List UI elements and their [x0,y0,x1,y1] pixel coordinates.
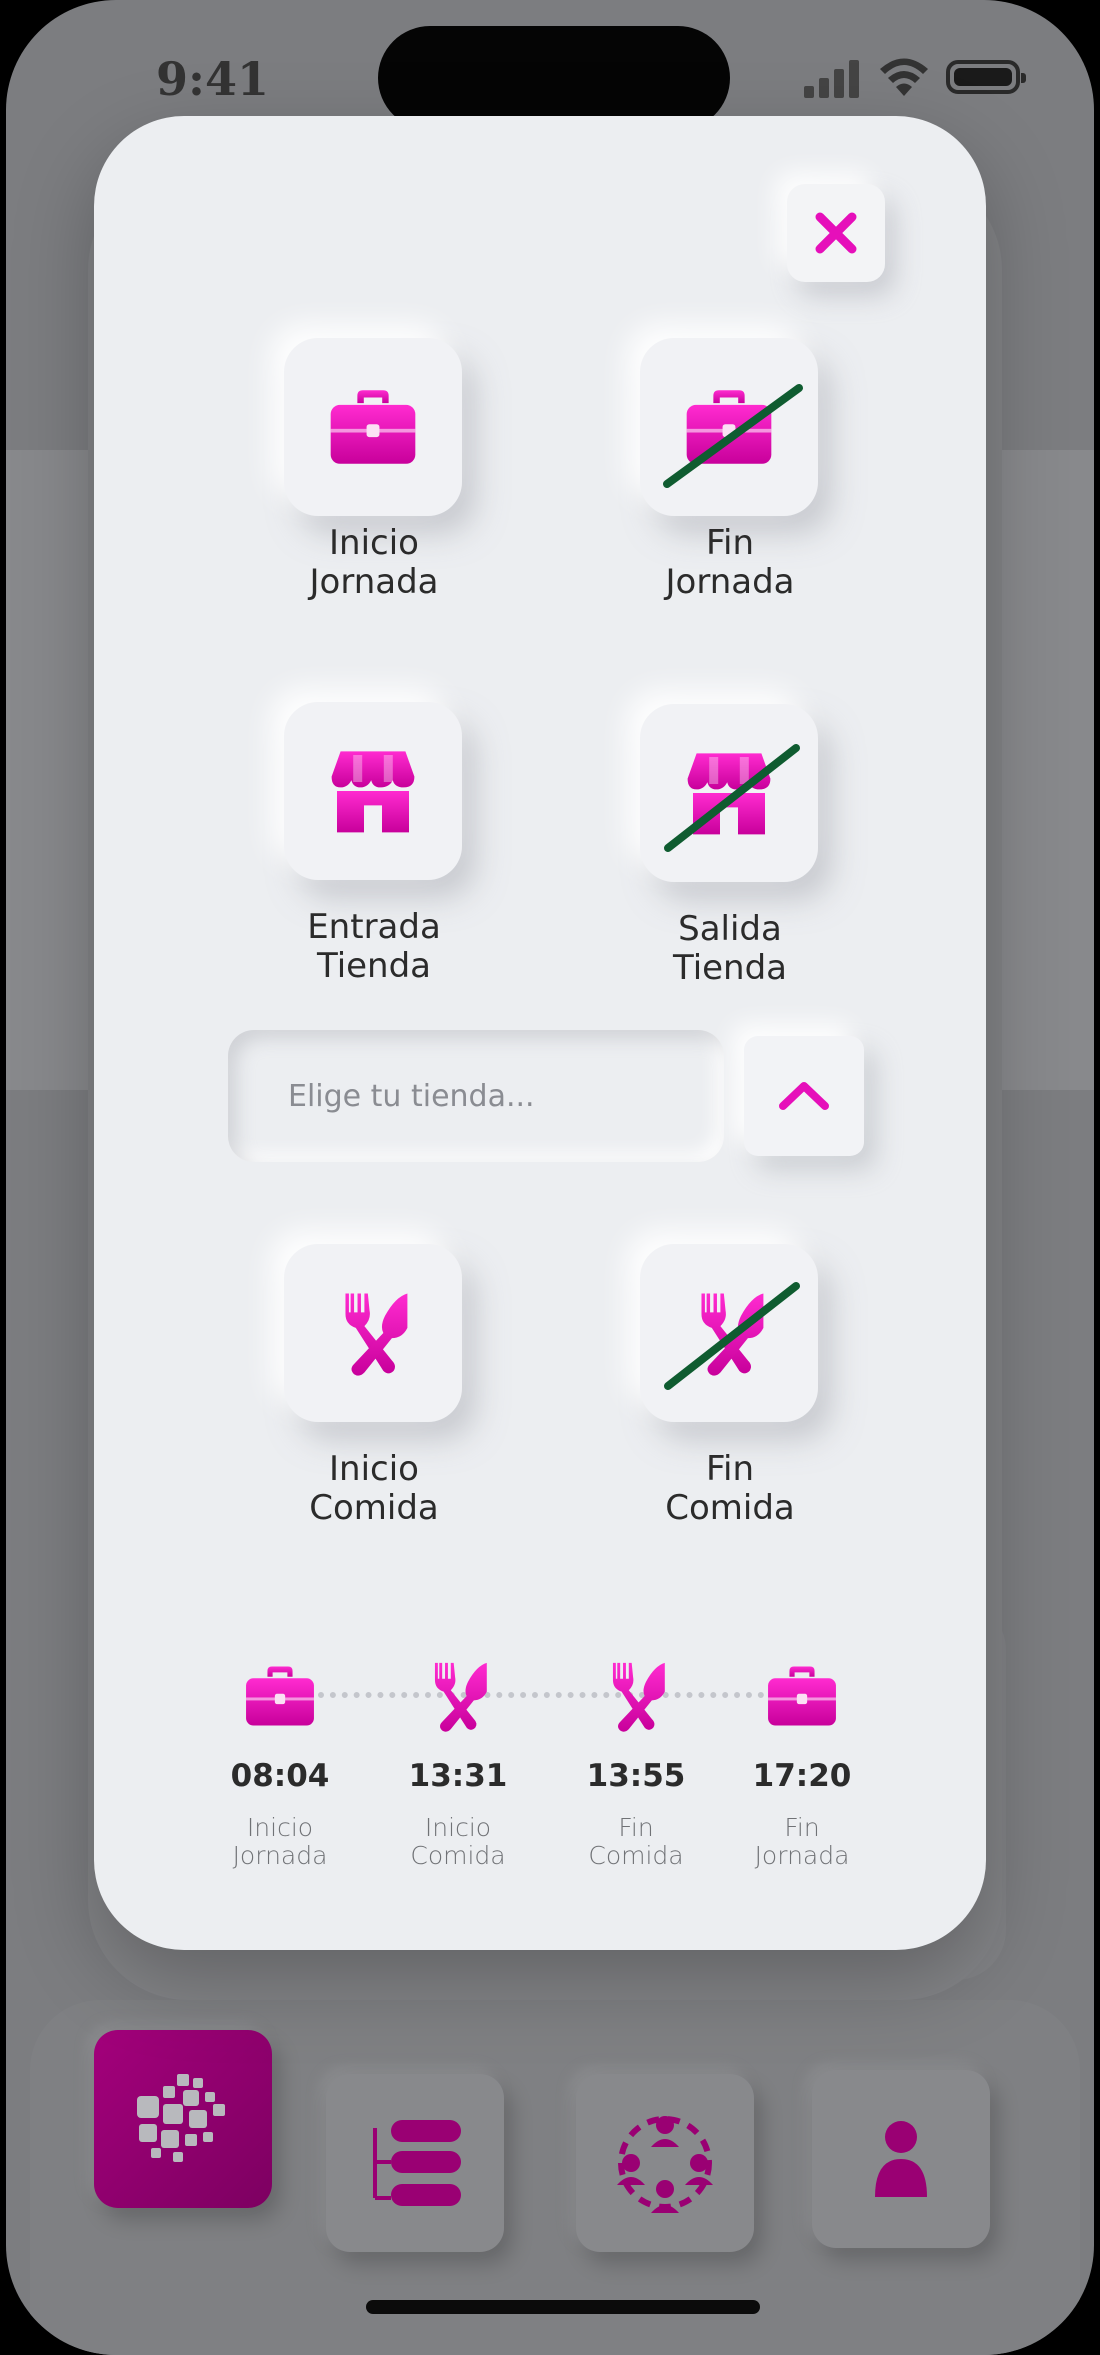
inicio-jornada-label: Inicio Jornada [309,523,439,602]
timeline-time: 13:31 [408,1758,508,1794]
dashboard-grid-icon [137,2074,225,2162]
team-icon [617,2116,713,2213]
profile-icon [875,2121,927,2197]
timeline-entry: 13:55 Fin Comida [556,1658,716,1870]
store-icon [328,746,418,836]
inicio-comida-label: Inicio Comida [309,1449,439,1528]
briefcase-icon [327,388,419,466]
utensils-crossed-icon [664,1282,800,1390]
chevron-up-icon [779,1082,829,1110]
store-select-input[interactable] [286,1077,724,1115]
battery-icon [946,60,1026,94]
phone-frame: 9:41 Inicio Jornada Fin Jornada Entrada … [0,0,1100,2355]
list-icon [373,2120,461,2206]
timeline-time: 17:20 [752,1758,852,1794]
wifi-icon [880,58,928,96]
nav-list-button[interactable] [326,2074,504,2252]
timeline-entry: 08:04 Inicio Jornada [200,1658,360,1870]
store-select-toggle[interactable] [744,1036,864,1156]
status-time: 9:41 [156,52,270,106]
utensils-icon [330,1290,416,1376]
fin-jornada-button[interactable] [640,338,818,516]
utensils-icon [422,1658,494,1734]
nav-team-button[interactable] [576,2074,754,2252]
store-select[interactable] [228,1030,724,1162]
cellular-signal-icon [804,60,859,98]
nav-profile-button[interactable] [812,2070,990,2248]
entrada-tienda-button[interactable] [284,702,462,880]
timeline-time: 08:04 [230,1758,330,1794]
inicio-jornada-button[interactable] [284,338,462,516]
timeline-label: Inicio Jornada [232,1813,328,1870]
timeline-label: Fin Comida [588,1813,684,1870]
close-icon [815,212,857,254]
close-button[interactable] [787,184,885,282]
inicio-comida-button[interactable] [284,1244,462,1422]
fin-comida-label: Fin Comida [665,1449,795,1528]
status-bar: 9:41 [6,0,1094,130]
dynamic-island [378,26,730,130]
entrada-tienda-label: Entrada Tienda [307,907,441,986]
briefcase-crossed-icon [663,384,803,488]
timeline-label: Inicio Comida [410,1813,506,1870]
utensils-icon [600,1658,672,1734]
timeline-label: Fin Jornada [754,1813,850,1870]
salida-tienda-label: Salida Tienda [672,909,788,988]
timeline-entry: 17:20 Fin Jornada [722,1658,882,1870]
fin-comida-button[interactable] [640,1244,818,1422]
salida-tienda-button[interactable] [640,704,818,882]
nav-dashboard-button[interactable] [94,2030,272,2208]
timeline-time: 13:55 [586,1758,686,1794]
briefcase-icon [243,1665,317,1727]
fin-jornada-label: Fin Jornada [665,523,795,602]
timeline-entry: 13:31 Inicio Comida [378,1658,538,1870]
store-crossed-icon [664,744,800,852]
briefcase-icon [765,1665,839,1727]
home-indicator [366,2300,760,2314]
